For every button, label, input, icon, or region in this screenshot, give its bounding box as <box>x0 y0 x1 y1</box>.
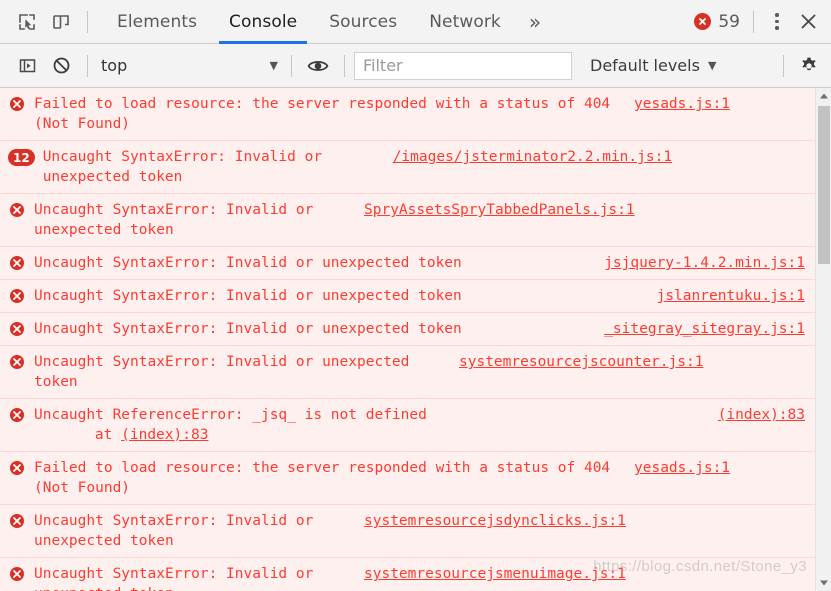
console-message-text: Uncaught SyntaxError: Invalid or unexpec… <box>34 321 462 337</box>
console-message-row[interactable]: Uncaught SyntaxError: Invalid or unexpec… <box>0 505 815 558</box>
console-message-text: Uncaught SyntaxError: Invalid or unexpec… <box>34 354 419 390</box>
error-count-label: 59 <box>718 11 740 32</box>
console-message-row[interactable]: Uncaught SyntaxError: Invalid or unexpec… <box>0 194 815 247</box>
more-tabs-label: » <box>528 9 542 34</box>
tab-console-label: Console <box>229 11 298 32</box>
console-message-source-link[interactable]: yesads.js:1 <box>634 94 730 114</box>
console-filter-toolbar: top ▼ Default levels ▼ <box>0 44 831 88</box>
close-icon[interactable] <box>791 6 825 38</box>
tab-elements-label: Elements <box>117 11 198 32</box>
console-stack-frame: at (index):83 <box>34 425 708 445</box>
more-tabs-chevron-icon[interactable]: » <box>517 0 551 44</box>
console-message-text: Uncaught ReferenceError: _jsq_ is not de… <box>34 407 427 423</box>
console-message-text: Uncaught SyntaxError: Invalid or unexpec… <box>34 255 462 271</box>
error-circle-icon <box>8 512 26 530</box>
toolbar-divider <box>87 10 88 33</box>
filterbar-divider-3 <box>344 54 345 77</box>
console-message-row[interactable]: Uncaught SyntaxError: Invalid or unexpec… <box>0 346 815 399</box>
panel-tabs: Elements Console Sources Network » <box>101 0 551 44</box>
stack-frame-link[interactable]: (index):83 <box>121 427 208 443</box>
console-message-row[interactable]: Uncaught ReferenceError: _jsq_ is not de… <box>0 399 815 452</box>
tab-sources-label: Sources <box>329 11 398 32</box>
console-message-row[interactable]: Uncaught SyntaxError: Invalid or unexpec… <box>0 558 815 591</box>
tab-console[interactable]: Console <box>213 0 313 44</box>
stack-prefix: at <box>60 427 122 443</box>
error-circle-icon <box>8 406 26 424</box>
execution-context-label: top <box>101 56 128 75</box>
log-levels-selector[interactable]: Default levels ▼ <box>590 56 720 75</box>
console-message-text: Uncaught SyntaxError: Invalid or unexpec… <box>34 202 323 238</box>
console-message-text: Uncaught SyntaxError: Invalid or unexpec… <box>34 288 462 304</box>
filterbar-divider-2 <box>291 54 292 77</box>
console-message-source-link[interactable]: yesads.js:1 <box>634 458 730 478</box>
clear-console-icon[interactable] <box>44 50 78 82</box>
console-messages: Failed to load resource: the server resp… <box>0 88 815 591</box>
tab-network[interactable]: Network <box>413 0 517 44</box>
devtools-window: Elements Console Sources Network » 59 to… <box>0 0 831 591</box>
console-message-source-link[interactable]: systemresourcejscounter.js:1 <box>459 352 703 372</box>
console-message-text: Uncaught SyntaxError: Invalid or unexpec… <box>42 149 331 185</box>
kebab-dot <box>775 13 779 17</box>
repeat-count-badge: 12 <box>8 149 35 166</box>
console-message-row[interactable]: Failed to load resource: the server resp… <box>0 88 815 141</box>
console-message-source-link[interactable]: jslanrentuku.js:1 <box>657 286 805 306</box>
console-message-row[interactable]: 12 Uncaught SyntaxError: Invalid or unex… <box>0 141 815 194</box>
console-message-body: Uncaught ReferenceError: _jsq_ is not de… <box>34 405 718 445</box>
console-message-source-link[interactable]: systemresourcejsmenuimage.js:1 <box>364 564 626 584</box>
scroll-down-arrow-icon[interactable] <box>816 575 831 591</box>
tab-elements[interactable]: Elements <box>101 0 213 44</box>
chevron-down-icon: ▼ <box>707 59 717 72</box>
error-circle-icon <box>8 320 26 338</box>
console-message-text: Failed to load resource: the server resp… <box>34 96 619 132</box>
kebab-dot <box>775 19 779 24</box>
device-toolbar-icon[interactable] <box>44 6 78 38</box>
error-circle-icon <box>8 459 26 477</box>
tab-sources[interactable]: Sources <box>313 0 413 44</box>
filterbar-divider-4 <box>783 54 784 77</box>
console-message-text: Uncaught SyntaxError: Invalid or unexpec… <box>34 566 314 591</box>
scroll-up-arrow-icon[interactable] <box>816 88 831 104</box>
console-message-text: Uncaught SyntaxError: Invalid or unexpec… <box>34 513 323 549</box>
console-message-source-link[interactable]: (index):83 <box>718 405 805 425</box>
console-message-row[interactable]: Failed to load resource: the server resp… <box>0 452 815 505</box>
error-circle-icon <box>8 565 26 583</box>
error-circle-icon <box>8 95 26 113</box>
console-message-row[interactable]: Uncaught SyntaxError: Invalid or unexpec… <box>0 247 815 280</box>
console-message-text: Failed to load resource: the server resp… <box>34 460 619 496</box>
console-message-row[interactable]: Uncaught SyntaxError: Invalid or unexpec… <box>0 313 815 346</box>
execution-context-selector[interactable]: top ▼ <box>97 52 282 80</box>
kebab-dot <box>775 26 779 30</box>
console-message-source-link[interactable]: SpryAssetsSpryTabbedPanels.js:1 <box>364 200 635 220</box>
error-circle-icon <box>8 353 26 371</box>
inspect-element-icon[interactable] <box>10 6 44 38</box>
tab-network-label: Network <box>429 11 501 32</box>
console-message-source-link[interactable]: /images/jsterminator2.2.min.js:1 <box>393 147 672 167</box>
error-circle-icon <box>8 201 26 219</box>
console-message-source-link[interactable]: systemresourcejsdynclicks.js:1 <box>364 511 626 531</box>
filterbar-divider-1 <box>87 54 88 77</box>
console-message-source-link[interactable]: jsjquery-1.4.2.min.js:1 <box>604 253 805 273</box>
console-scrollbar[interactable] <box>815 88 831 591</box>
tabbar-right-divider <box>753 10 754 33</box>
console-sidebar-icon[interactable] <box>10 50 44 82</box>
console-message-area: Failed to load resource: the server resp… <box>0 88 831 591</box>
log-levels-label: Default levels <box>590 56 700 75</box>
filter-input[interactable] <box>354 51 572 80</box>
console-message-row[interactable]: Uncaught SyntaxError: Invalid or unexpec… <box>0 280 815 313</box>
kebab-menu-icon[interactable] <box>763 6 791 38</box>
devtools-tabbar: Elements Console Sources Network » 59 <box>0 0 831 44</box>
gear-icon[interactable] <box>793 50 825 82</box>
scrollbar-thumb[interactable] <box>817 106 830 264</box>
console-message-source-link[interactable]: _sitegray_sitegray.js:1 <box>604 319 805 339</box>
error-circle-icon <box>8 254 26 272</box>
scrollbar-track[interactable] <box>816 104 831 575</box>
error-circle-icon <box>694 13 712 30</box>
error-count-indicator[interactable]: 59 <box>694 12 744 32</box>
live-expression-eye-icon[interactable] <box>301 50 335 82</box>
chevron-down-icon: ▼ <box>269 59 278 72</box>
error-circle-icon <box>8 287 26 305</box>
